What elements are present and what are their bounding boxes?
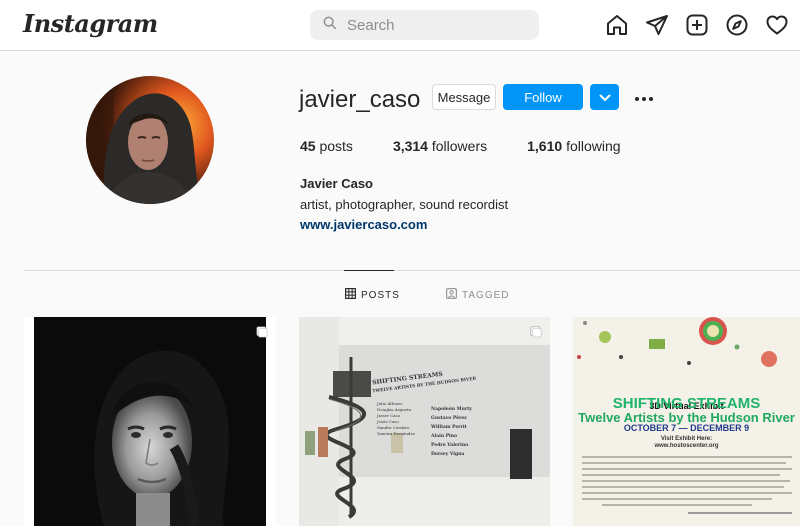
artist-name: Dorsey Vigna xyxy=(431,452,465,457)
posts-label: posts xyxy=(319,138,353,154)
more-icon xyxy=(634,90,654,105)
home-icon[interactable] xyxy=(605,13,629,37)
tab-tagged-label: TAGGED xyxy=(462,289,510,301)
post-thumbnail-3[interactable]: 3D Virtual Exhibit SHIFTING STREAMS Twel… xyxy=(573,317,800,526)
nav-icons xyxy=(605,13,789,37)
post-2-artists-right: Napoleón Murty Gustavo Pérez William Per… xyxy=(431,405,472,459)
followers-count: 3,314 xyxy=(392,138,428,154)
more-options-button[interactable] xyxy=(630,84,658,110)
profile-website-link[interactable]: www.javiercaso.com xyxy=(300,217,427,232)
artist-name: William Perrit xyxy=(431,425,467,430)
profile-full-name: Javier Caso xyxy=(300,176,373,191)
post-thumbnail-2[interactable]: SHIFTING STREAMS TWELVE ARTISTS BY THE H… xyxy=(299,317,550,526)
followers-label: followers xyxy=(431,138,488,154)
multiple-photos-icon xyxy=(530,325,542,338)
poster-visit-url: www.hostoscenter.org xyxy=(654,443,719,449)
poster-body-text xyxy=(582,456,792,514)
tab-posts[interactable]: POSTS xyxy=(345,288,400,302)
artist-name: Gustavo Pérez xyxy=(431,416,467,421)
instagram-logo[interactable]: Instagram xyxy=(23,9,158,38)
multiple-photos-icon xyxy=(256,325,268,338)
following-stat[interactable]: 1,610 following xyxy=(527,138,620,154)
profile-bio: artist, photographer, sound recordist xyxy=(300,197,509,212)
tagged-icon xyxy=(446,288,462,302)
top-navigation-bar: Instagram xyxy=(0,0,800,51)
poster-dates: OCTOBER 7 — DECEMBER 9 xyxy=(623,423,750,433)
suggested-accounts-button[interactable] xyxy=(590,84,619,110)
artist-name: Napoleón Murty xyxy=(431,407,472,412)
following-count: 1,610 xyxy=(527,138,563,154)
post-thumbnail-1[interactable] xyxy=(24,317,276,526)
search-icon xyxy=(322,15,338,36)
artist-name: Alain Pino xyxy=(431,434,458,439)
profile-username: javier_caso xyxy=(299,86,421,113)
tab-posts-label: POSTS xyxy=(361,289,400,301)
grid-icon xyxy=(345,288,361,302)
posts-stat: 45 posts xyxy=(300,138,353,154)
posts-count: 45 xyxy=(300,138,316,154)
search-box[interactable] xyxy=(310,10,539,40)
artist-name: Yaneira Fernández xyxy=(377,431,415,436)
send-icon[interactable] xyxy=(645,13,669,37)
post-2-photo xyxy=(299,317,550,526)
tab-tagged[interactable]: TAGGED xyxy=(446,288,509,302)
following-label: following xyxy=(566,138,621,154)
tabs-divider xyxy=(24,270,800,271)
followers-stat[interactable]: 3,314 followers xyxy=(393,138,487,154)
follow-button[interactable]: Follow xyxy=(503,84,583,110)
message-button[interactable]: Message xyxy=(432,84,496,110)
chevron-down-icon xyxy=(599,90,611,105)
search-input[interactable] xyxy=(347,16,527,34)
new-post-icon[interactable] xyxy=(685,13,709,37)
profile-stats: 45 posts 3,314 followers 1,610 following xyxy=(300,138,661,154)
profile-avatar[interactable] xyxy=(86,76,214,204)
artist-name: Pedro Valerino xyxy=(431,443,469,448)
post-1-photo xyxy=(34,317,266,526)
explore-icon[interactable] xyxy=(725,13,749,37)
post-2-artists-left: Julio Alfonso Douglas Argueta Javier Cas… xyxy=(377,401,415,437)
active-tab-indicator xyxy=(344,270,394,271)
poster-visit-label: Visit Exhibit Here: xyxy=(660,436,713,442)
heart-icon[interactable] xyxy=(765,13,789,37)
